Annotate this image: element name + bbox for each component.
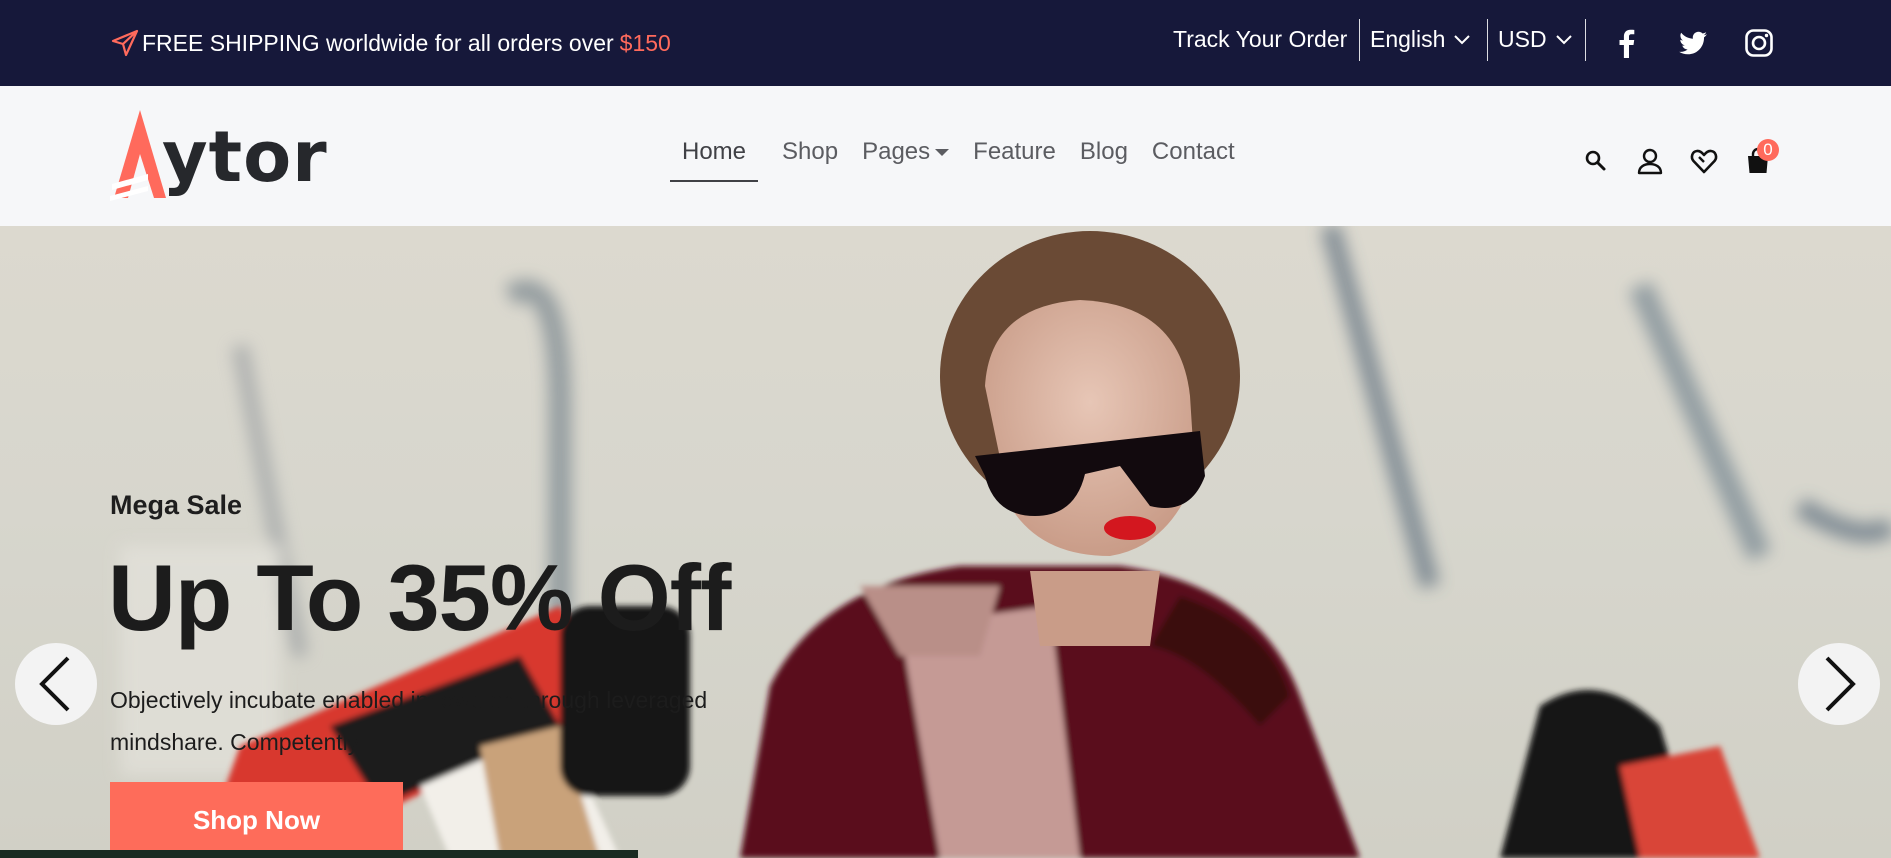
nav-label: Home bbox=[682, 138, 747, 165]
main-nav: Home Shop Pages Feature Blog Contact bbox=[670, 138, 1259, 182]
top-bar: FREE SHIPPING worldwide for all orders o… bbox=[0, 0, 1891, 86]
divider bbox=[1487, 19, 1488, 61]
paper-plane-icon bbox=[111, 29, 139, 57]
main-header: ytor Home Shop Pages Feature Blog Contac… bbox=[0, 86, 1891, 226]
nav-shop[interactable]: Shop bbox=[782, 138, 838, 166]
nav-label: Blog bbox=[1079, 138, 1128, 165]
language-select[interactable]: English bbox=[1370, 26, 1471, 53]
promo-price: $150 bbox=[619, 29, 671, 56]
nav-contact[interactable]: Contact bbox=[1152, 138, 1235, 166]
language-label: English bbox=[1370, 26, 1446, 52]
hero-kicker: Mega Sale bbox=[110, 490, 243, 520]
nav-pages[interactable]: Pages bbox=[862, 138, 950, 166]
divider bbox=[1585, 19, 1586, 61]
chevron-down-icon bbox=[1555, 34, 1572, 44]
shipping-promo: FREE SHIPPING worldwide for all orders o… bbox=[110, 26, 671, 60]
divider bbox=[1359, 19, 1360, 61]
promo-text: FREE SHIPPING worldwide for all orders o… bbox=[142, 29, 614, 56]
instagram-icon[interactable] bbox=[1743, 27, 1775, 59]
hero-slider: Mega Sale Up To 35% Off Objectively incu… bbox=[0, 226, 1891, 858]
nav-blog[interactable]: Blog bbox=[1080, 138, 1128, 166]
cart-count-badge: 0 bbox=[1757, 139, 1779, 161]
hero-description: Objectively incubate enabled innovation … bbox=[110, 687, 708, 755]
user-icon[interactable] bbox=[1635, 146, 1665, 176]
nav-label: Feature bbox=[973, 138, 1056, 165]
twitter-icon[interactable] bbox=[1677, 27, 1709, 59]
hero-headline: Up To 35% Off bbox=[108, 545, 731, 650]
nav-feature[interactable]: Feature bbox=[973, 138, 1056, 166]
search-icon[interactable] bbox=[1581, 146, 1611, 176]
chevron-down-icon bbox=[1454, 34, 1471, 44]
shop-now-button[interactable]: Shop Now bbox=[110, 782, 403, 858]
facebook-icon[interactable] bbox=[1611, 27, 1643, 59]
brand-logo[interactable]: ytor bbox=[108, 106, 328, 206]
prev-slide-button[interactable] bbox=[15, 643, 97, 725]
chevron-right-icon bbox=[1825, 656, 1856, 712]
nav-home[interactable]: Home bbox=[670, 138, 759, 182]
nav-label: Contact bbox=[1151, 138, 1235, 165]
chevron-left-icon bbox=[39, 656, 70, 712]
nav-label: Pages bbox=[862, 138, 931, 165]
track-order-label: Track Your Order bbox=[1173, 26, 1348, 52]
hero-image bbox=[120, 226, 1891, 858]
nav-label: Shop bbox=[782, 138, 839, 165]
caret-down-icon bbox=[935, 148, 950, 156]
logo-mark-icon bbox=[110, 110, 166, 201]
track-order-link[interactable]: Track Your Order bbox=[1173, 26, 1347, 53]
next-slide-button[interactable] bbox=[1798, 643, 1880, 725]
heart-icon[interactable] bbox=[1689, 146, 1719, 176]
currency-select[interactable]: USD bbox=[1498, 26, 1572, 53]
logo-text: ytor bbox=[162, 116, 328, 198]
currency-label: USD bbox=[1498, 26, 1547, 52]
bottom-overlay-bar bbox=[0, 850, 638, 858]
